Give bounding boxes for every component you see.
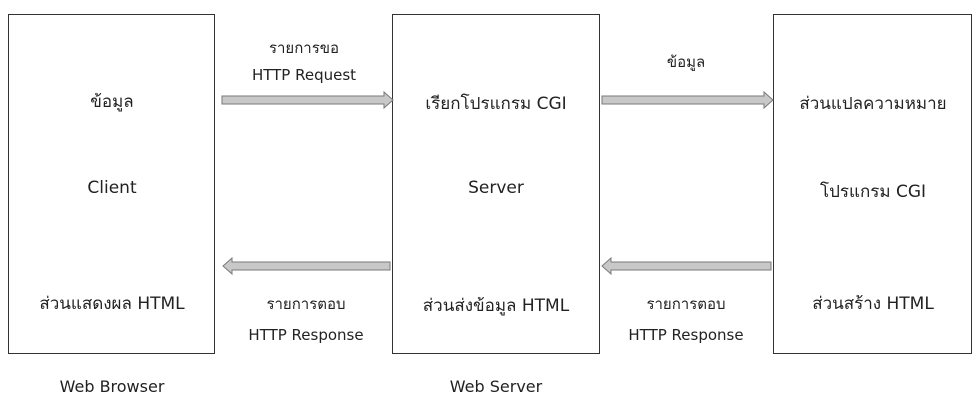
data-label: ข้อมูล <box>666 53 706 71</box>
cgi-middle-label: โปรแกรม CGI <box>819 182 927 202</box>
response-left-label-line1: รายการตอบ <box>266 295 346 313</box>
cgi-bottom-label: ส่วนสร้าง HTML <box>812 294 934 314</box>
client-top-label: ข้อมูล <box>90 92 134 112</box>
http-request-arrow <box>221 90 394 110</box>
client-bottom-label: ส่วนแสดงผล HTML <box>39 294 185 314</box>
response-left-label-line2: HTTP Response <box>248 326 364 344</box>
response-right-label-line1: รายการตอบ <box>646 295 726 313</box>
http-response-arrow-left <box>222 256 391 276</box>
http-response-arrow-right <box>601 256 772 276</box>
client-caption: Web Browser <box>59 377 165 396</box>
server-bottom-label: ส่วนส่งข้อมูล HTML <box>422 296 570 316</box>
flow-arrows <box>221 90 774 276</box>
cgi-top-label: ส่วนแปลความหมาย <box>799 94 947 114</box>
server-top-label: เรียกโปรแกรม CGI <box>425 94 567 114</box>
data-arrow <box>601 90 774 110</box>
server-caption: Web Server <box>449 377 543 396</box>
request-label-line2: HTTP Request <box>251 66 357 84</box>
server-middle-label: Server <box>468 178 524 198</box>
client-middle-label: Client <box>87 178 137 198</box>
response-right-label-line2: HTTP Response <box>628 326 744 344</box>
request-label-line1: รายการขอ <box>268 39 340 57</box>
